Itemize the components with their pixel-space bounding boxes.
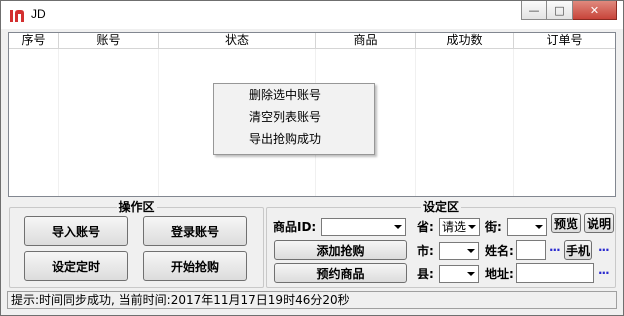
chevron-down-icon <box>464 266 478 282</box>
main-window: JD — □ ✕ 序号 账号 状态 商品 成功数 订单号 删除选中账号 清空列表… <box>0 0 624 316</box>
maximize-button[interactable]: □ <box>547 1 573 20</box>
list-header: 序号 账号 状态 商品 成功数 订单号 <box>9 33 615 49</box>
context-menu: 删除选中账号 清空列表账号 导出抢购成功 <box>213 83 375 155</box>
maximize-icon: □ <box>554 3 565 17</box>
more-icon[interactable]: ··· <box>598 266 610 280</box>
city-label: 市: <box>417 244 434 258</box>
column-header-success-count[interactable]: 成功数 <box>416 33 514 49</box>
status-bar: 提示:时间同步成功, 当前时间:2017年11月17日19时46分20秒 <box>7 291 617 309</box>
settings-group-title: 设定区 <box>420 200 462 214</box>
close-button[interactable]: ✕ <box>573 1 617 20</box>
more-icon[interactable]: ··· <box>549 243 561 257</box>
minimize-button[interactable]: — <box>521 1 547 20</box>
column-divider <box>9 49 59 196</box>
operation-group: 操作区 导入账号 登录账号 设定定时 开始抢购 <box>9 200 264 288</box>
province-value: 请选 <box>442 220 467 234</box>
column-header-order-number[interactable]: 订单号 <box>514 33 615 49</box>
column-header-status[interactable]: 状态 <box>159 33 316 49</box>
province-combo[interactable]: 请选 <box>439 218 480 236</box>
product-id-combo[interactable] <box>321 218 406 236</box>
window-controls: — □ ✕ <box>521 1 617 21</box>
column-divider <box>416 49 514 196</box>
preview-button[interactable]: 预览 <box>551 213 581 233</box>
login-accounts-button[interactable]: 登录账号 <box>143 216 247 246</box>
street-combo[interactable] <box>507 218 547 236</box>
chevron-down-icon <box>464 243 478 259</box>
city-combo[interactable] <box>439 242 479 260</box>
set-timer-button[interactable]: 设定定时 <box>24 251 128 281</box>
minimize-icon: — <box>528 3 540 17</box>
address-input[interactable] <box>516 263 594 283</box>
menu-item-delete-selected[interactable]: 删除选中账号 <box>214 84 374 106</box>
column-header-account[interactable]: 账号 <box>59 33 159 49</box>
window-title: JD <box>31 7 46 21</box>
column-header-product[interactable]: 商品 <box>316 33 416 49</box>
street-label: 街: <box>485 220 502 234</box>
menu-item-export-success[interactable]: 导出抢购成功 <box>214 128 374 150</box>
product-id-label: 商品ID: <box>273 220 317 234</box>
chevron-down-icon <box>465 219 479 235</box>
county-label: 县: <box>417 267 434 281</box>
help-button[interactable]: 说明 <box>584 213 614 233</box>
operation-group-title: 操作区 <box>116 200 157 214</box>
add-purchase-button[interactable]: 添加抢购 <box>274 240 407 260</box>
address-label: 地址: <box>485 267 514 281</box>
column-divider <box>59 49 159 196</box>
phone-button[interactable]: 手机 <box>564 240 592 260</box>
start-purchase-button[interactable]: 开始抢购 <box>143 251 247 281</box>
settings-group: 设定区 商品ID: 添加抢购 预约商品 省: 请选 街: 预览 说明 市: 姓名… <box>266 200 616 288</box>
app-logo-icon <box>10 10 24 22</box>
column-header-index[interactable]: 序号 <box>9 33 59 49</box>
import-accounts-button[interactable]: 导入账号 <box>24 216 128 246</box>
menu-item-clear-list[interactable]: 清空列表账号 <box>214 106 374 128</box>
reserve-product-button[interactable]: 预约商品 <box>274 263 407 283</box>
title-bar: JD — □ ✕ <box>1 1 623 29</box>
more-icon[interactable]: ··· <box>598 243 610 257</box>
chevron-down-icon <box>532 219 546 235</box>
close-icon: ✕ <box>589 3 600 17</box>
name-input[interactable] <box>516 240 546 260</box>
county-combo[interactable] <box>439 265 479 283</box>
name-label: 姓名: <box>485 244 514 258</box>
chevron-down-icon <box>391 219 405 235</box>
province-label: 省: <box>417 220 434 234</box>
